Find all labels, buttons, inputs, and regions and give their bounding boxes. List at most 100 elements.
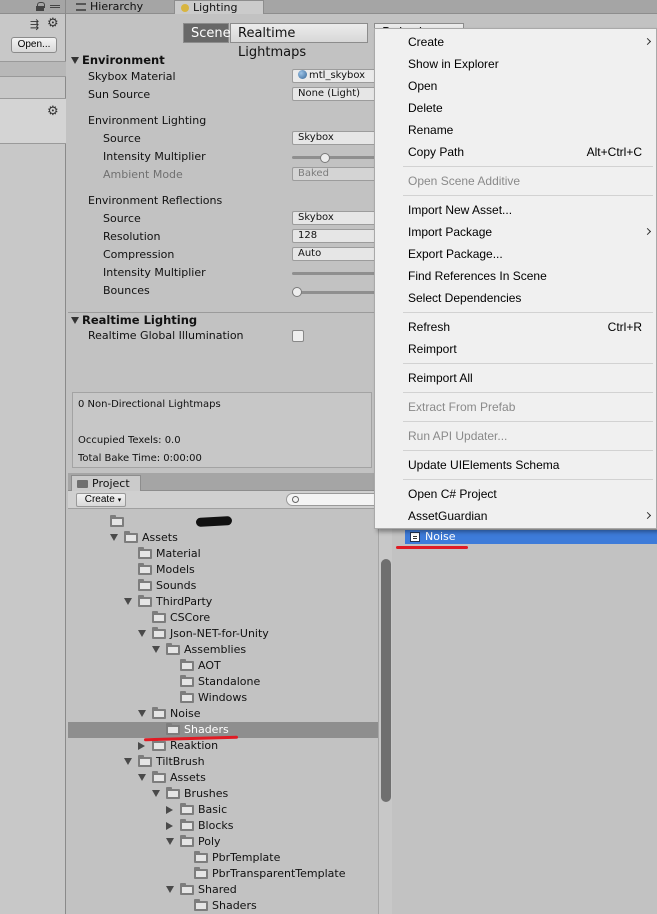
expand-open-arrow-icon[interactable] — [152, 646, 160, 653]
bounces-slider-track[interactable] — [292, 291, 376, 294]
reflection-intensity-slider-track[interactable] — [292, 272, 376, 275]
tree-item[interactable]: Shared — [68, 882, 378, 898]
tree-item[interactable]: Poly — [68, 834, 378, 850]
tree-item[interactable]: Material — [68, 546, 378, 562]
gear-icon[interactable]: ⚙ — [47, 16, 59, 31]
menu-item-select-dependencies[interactable]: Select Dependencies — [375, 287, 656, 309]
expand-open-arrow-icon[interactable] — [166, 886, 174, 893]
expand-open-arrow-icon[interactable] — [152, 790, 160, 797]
menu-item-open[interactable]: Open — [375, 75, 656, 97]
create-dropdown-button[interactable]: Create ▾ — [76, 493, 126, 507]
lightmaps-count: 0 Non-Directional Lightmaps — [78, 399, 221, 410]
menu-item-show-in-explorer[interactable]: Show in Explorer — [375, 53, 656, 75]
expand-open-arrow-icon[interactable] — [166, 838, 174, 845]
menu-item-find-references-in-scene[interactable]: Find References In Scene — [375, 265, 656, 287]
tree-item[interactable]: Reaktion — [68, 738, 378, 754]
folder-icon — [180, 819, 194, 831]
tree-item-label: ThirdParty — [156, 595, 213, 608]
tab-lighting[interactable]: Lighting — [174, 0, 264, 14]
menu-item-assetguardian[interactable]: AssetGuardian — [375, 505, 656, 527]
tree-item-label: Noise — [170, 707, 201, 720]
tab-hierarchy[interactable]: Hierarchy — [72, 0, 172, 14]
tree-item[interactable]: Standalone — [68, 674, 378, 690]
menu-item-shortcut: Alt+Ctrl+C — [586, 145, 642, 159]
menu-item-rename[interactable]: Rename — [375, 119, 656, 141]
tree-item[interactable]: Assemblies — [68, 642, 378, 658]
expand-closed-arrow-icon[interactable] — [166, 822, 173, 830]
tab-project[interactable]: Project — [71, 475, 141, 491]
tree-item[interactable]: CSCore — [68, 610, 378, 626]
sun-source-label: Sun Source — [88, 88, 151, 101]
tree-item[interactable]: AOT — [68, 658, 378, 674]
intensity-slider-thumb[interactable] — [320, 153, 331, 163]
tree-item[interactable]: Models — [68, 562, 378, 578]
menu-item-import-package[interactable]: Import Package — [375, 221, 656, 243]
tree-item-label: TiltBrush — [156, 755, 205, 768]
environment-foldout[interactable]: Environment — [71, 53, 165, 67]
skybox-material-value: mtl_skybox — [309, 70, 366, 81]
resolution-dropdown[interactable]: 128 — [292, 229, 376, 243]
tree-item[interactable]: Shaders — [68, 898, 378, 914]
menu-item-reimport[interactable]: Reimport — [375, 338, 656, 360]
menu-item-copy-path[interactable]: Copy Path Alt+Ctrl+C — [375, 141, 656, 163]
menu-item-open-c-project[interactable]: Open C# Project — [375, 483, 656, 505]
tree-item[interactable]: Assets — [68, 530, 378, 546]
expand-open-arrow-icon[interactable] — [138, 630, 146, 637]
search-input[interactable] — [286, 493, 381, 506]
menu-item-refresh[interactable]: Refresh Ctrl+R — [375, 316, 656, 338]
menu-item-export-package[interactable]: Export Package... — [375, 243, 656, 265]
asset-item-noise[interactable]: Noise — [405, 530, 657, 544]
tree-item-label: Assets — [170, 771, 206, 784]
expand-open-arrow-icon[interactable] — [138, 710, 146, 717]
tree-item[interactable]: Windows — [68, 690, 378, 706]
tree-item[interactable]: PbrTransparentTemplate — [68, 866, 378, 882]
sun-source-value: None (Light) — [298, 88, 361, 99]
folder-icon — [138, 595, 152, 607]
tab-realtime-lightmaps[interactable]: Realtime Lightmaps — [230, 23, 368, 60]
gear-icon[interactable]: ⚙ — [47, 104, 59, 119]
menu-item-create[interactable]: Create — [375, 31, 656, 53]
source-dropdown[interactable]: Skybox — [292, 131, 376, 145]
tree-item[interactable]: Json-NET-for-Unity — [68, 626, 378, 642]
expand-closed-arrow-icon[interactable] — [138, 742, 145, 750]
realtime-gi-checkbox[interactable] — [292, 330, 304, 342]
expand-closed-arrow-icon[interactable] — [166, 806, 173, 814]
tree-item[interactable]: Sounds — [68, 578, 378, 594]
tree-item[interactable]: Brushes — [68, 786, 378, 802]
realtime-lighting-foldout[interactable]: Realtime Lighting — [71, 313, 197, 327]
sliders-icon[interactable]: ⇶ — [30, 18, 39, 31]
skybox-material-field[interactable]: mtl_skybox — [292, 69, 376, 83]
expand-open-arrow-icon[interactable] — [110, 534, 118, 541]
lock-icon[interactable] — [36, 2, 45, 11]
expand-open-arrow-icon[interactable] — [124, 758, 132, 765]
sun-source-field[interactable]: None (Light) — [292, 87, 376, 101]
tree-item[interactable]: Blocks — [68, 818, 378, 834]
tree-item-label: Models — [156, 563, 195, 576]
menu-separator — [403, 312, 653, 313]
open-button[interactable]: Open... — [11, 37, 57, 53]
menu-item-reimport-all[interactable]: Reimport All — [375, 367, 656, 389]
tree-item[interactable]: PbrTemplate — [68, 850, 378, 866]
menu-item-import-new-asset[interactable]: Import New Asset... — [375, 199, 656, 221]
menu-item-update-uielements-schema[interactable]: Update UIElements Schema — [375, 454, 656, 476]
tab-scene[interactable]: Scene — [183, 23, 231, 43]
tree-item[interactable]: TiltBrush — [68, 754, 378, 770]
reflection-source-dropdown[interactable]: Skybox — [292, 211, 376, 225]
expand-open-arrow-icon[interactable] — [124, 598, 132, 605]
menu-item-delete[interactable]: Delete — [375, 97, 656, 119]
compression-dropdown[interactable]: Auto — [292, 247, 376, 261]
bounces-label: Bounces — [103, 284, 150, 297]
tree-item[interactable] — [68, 514, 378, 530]
intensity-slider-track[interactable] — [292, 156, 376, 159]
bounces-slider-thumb[interactable] — [292, 287, 302, 297]
folder-icon — [152, 739, 166, 751]
expand-open-arrow-icon[interactable] — [138, 774, 146, 781]
tree-item[interactable]: Basic — [68, 802, 378, 818]
left-panel-toolbar: ⇶ ⚙ — [0, 14, 65, 36]
tree-item-label: Assets — [142, 531, 178, 544]
panel-menu-icon[interactable] — [50, 5, 60, 8]
tree-item[interactable]: Assets — [68, 770, 378, 786]
tree-scrollbar-thumb[interactable] — [381, 559, 391, 802]
tree-item[interactable]: ThirdParty — [68, 594, 378, 610]
tree-item[interactable]: Noise — [68, 706, 378, 722]
